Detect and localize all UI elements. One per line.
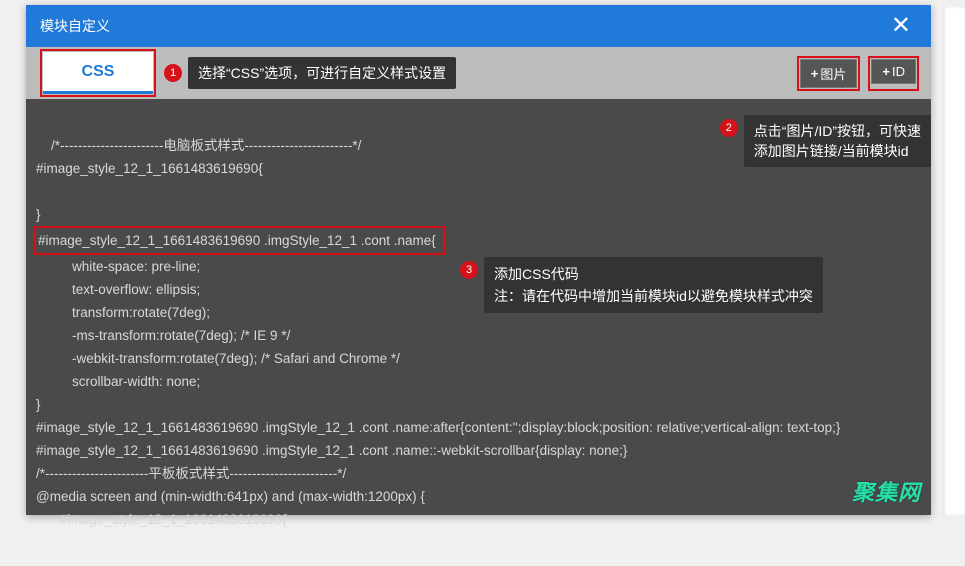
annotation-badge-2: 2	[720, 119, 738, 137]
code-line: #image_style_12_1_1661483619690{	[36, 161, 263, 176]
plus-icon: +	[811, 66, 819, 81]
code-line: /*-----------------------平板板式样式---------…	[36, 466, 346, 481]
annotation-text-2: 点击“图片/ID”按钮，可快速 添加图片链接/当前模块id	[744, 115, 931, 167]
annotation-2-line1: 点击“图片/ID”按钮，可快速	[754, 123, 921, 139]
annotation-text-3: 添加CSS代码 注：请在代码中增加当前模块id以避免模块样式冲突	[484, 257, 823, 313]
annotation-badge-1: 1	[164, 64, 182, 82]
annotation-text-1: 选择“CSS”选项，可进行自定义样式设置	[188, 57, 456, 89]
highlight-box-selector: #image_style_12_1_1661483619690 .imgStyl…	[34, 226, 446, 255]
watermark: 聚集网	[852, 475, 921, 507]
tab-css[interactable]: CSS	[43, 52, 153, 94]
code-line: #image_style_12_1_1661483619690 .imgStyl…	[38, 233, 436, 248]
code-line: scrollbar-width: none;	[36, 370, 921, 393]
code-line: }	[36, 397, 41, 412]
page-scrollbar[interactable]	[943, 6, 965, 516]
annotation-2-line2: 添加图片链接/当前模块id	[754, 143, 909, 159]
add-image-button[interactable]: + 图片	[800, 59, 858, 88]
code-line: #image_style_12_1_1661483619690 .imgStyl…	[36, 420, 840, 435]
tab-css-label: CSS	[82, 63, 115, 81]
toolbar: CSS 1 选择“CSS”选项，可进行自定义样式设置 + 图片 + ID	[26, 47, 931, 99]
add-id-label: ID	[892, 64, 905, 79]
titlebar: 模块自定义 ✕	[26, 5, 931, 47]
close-icon[interactable]: ✕	[885, 10, 917, 42]
annotation-2: 2 点击“图片/ID”按钮，可快速 添加图片链接/当前模块id	[720, 115, 931, 167]
css-editor[interactable]: /*-----------------------电脑板式样式---------…	[26, 99, 931, 566]
code-line: #image_style_12_1_1661483619690 .imgStyl…	[36, 443, 627, 458]
annotation-3-line2: 注：请在代码中增加当前模块id以避免模块样式冲突	[494, 288, 813, 304]
plus-icon: +	[882, 64, 890, 79]
code-line: #image_style_12_1_1661483619690{	[36, 508, 287, 531]
code-line: -ms-transform:rotate(7deg); /* IE 9 */	[36, 324, 921, 347]
code-line: -webkit-transform:rotate(7deg); /* Safar…	[36, 347, 921, 370]
add-image-label: 图片	[820, 64, 846, 83]
add-id-button[interactable]: + ID	[871, 59, 916, 84]
annotation-3: 3 添加CSS代码 注：请在代码中增加当前模块id以避免模块样式冲突	[460, 257, 823, 313]
annotation-badge-3: 3	[460, 261, 478, 279]
code-line: /*-----------------------电脑板式样式---------…	[51, 138, 361, 153]
highlight-box-1: CSS	[40, 49, 156, 97]
highlight-box-image-btn: + 图片	[797, 56, 861, 91]
annotation-3-line1: 添加CSS代码	[494, 266, 579, 282]
highlight-box-id-btn: + ID	[868, 56, 919, 91]
code-line: @media screen and (min-width:641px) and …	[36, 489, 425, 504]
module-custom-dialog: 模块自定义 ✕ CSS 1 选择“CSS”选项，可进行自定义样式设置 + 图片 …	[26, 5, 931, 515]
dialog-title: 模块自定义	[40, 16, 110, 36]
code-line: }	[36, 207, 41, 222]
